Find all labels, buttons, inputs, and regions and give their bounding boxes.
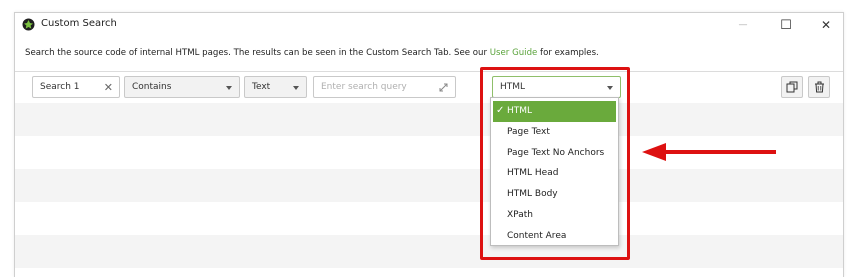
highlight-box — [480, 67, 630, 260]
maximize-button[interactable]: ☐ — [770, 15, 802, 35]
app-logo-icon — [22, 18, 35, 31]
results-row — [15, 235, 843, 268]
minimize-icon: — — [738, 20, 748, 30]
delete-button[interactable] — [808, 76, 830, 98]
chevron-down-icon — [293, 86, 299, 90]
results-row — [15, 169, 843, 202]
search-name-input[interactable]: Search 1 ✕ — [32, 76, 120, 98]
query-type-select[interactable]: Text — [244, 76, 307, 98]
search-name-value: Search 1 — [40, 82, 80, 92]
expand-icon[interactable] — [438, 82, 449, 93]
maximize-icon: ☐ — [780, 17, 792, 33]
divider — [15, 71, 843, 72]
match-mode-value: Contains — [132, 82, 172, 92]
clear-icon[interactable]: ✕ — [104, 81, 113, 94]
duplicate-icon — [786, 81, 798, 93]
title-bar: Custom Search — ☐ ✕ — [15, 13, 843, 37]
results-row — [15, 202, 843, 235]
results-row — [15, 103, 843, 136]
close-button[interactable]: ✕ — [810, 15, 842, 35]
description-after-link: for examples. — [537, 48, 599, 58]
match-mode-select[interactable]: Contains — [124, 76, 240, 98]
results-area — [15, 103, 843, 277]
query-type-value: Text — [252, 82, 271, 92]
minimize-button[interactable]: — — [727, 15, 759, 35]
search-query-input[interactable]: Enter search query — [313, 76, 456, 98]
user-guide-link[interactable]: User Guide — [490, 48, 538, 58]
trash-icon — [814, 81, 824, 93]
description-text: Search the source code of internal HTML … — [25, 48, 599, 58]
window-title: Custom Search — [41, 18, 117, 29]
chevron-down-icon — [226, 86, 232, 90]
duplicate-button[interactable] — [781, 76, 803, 98]
search-query-placeholder: Enter search query — [321, 82, 407, 92]
description-before-link: Search the source code of internal HTML … — [25, 48, 490, 58]
close-icon: ✕ — [820, 18, 832, 32]
annotation-arrow-icon — [642, 143, 776, 161]
